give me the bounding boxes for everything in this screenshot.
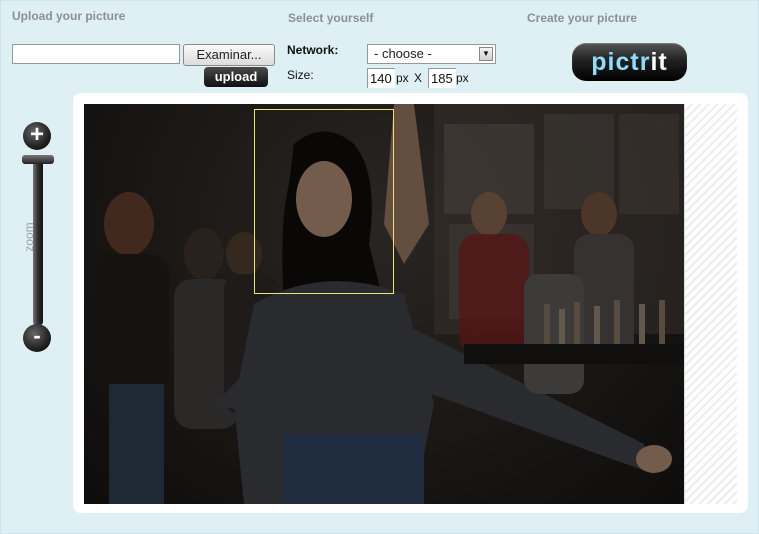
width-input[interactable]: 140 xyxy=(367,68,395,88)
width-unit: px xyxy=(396,71,409,85)
size-label: Size: xyxy=(287,68,314,82)
create-section-title: Create your picture xyxy=(527,11,638,25)
file-path-input[interactable] xyxy=(12,44,180,64)
network-select[interactable]: - choose - ▼ xyxy=(367,44,496,64)
upload-button[interactable]: upload xyxy=(204,67,268,87)
height-unit: px xyxy=(456,71,469,85)
zoom-out-icon[interactable]: - xyxy=(23,324,51,352)
upload-section-title: Upload your picture xyxy=(12,9,126,23)
network-select-value: - choose - xyxy=(374,46,432,61)
browse-button[interactable]: Examinar... xyxy=(183,44,275,66)
size-separator: X xyxy=(414,71,423,85)
image-overflow-strip xyxy=(684,104,737,504)
logo-text-pictr: pictr xyxy=(591,48,651,76)
height-input[interactable]: 185 xyxy=(428,68,456,88)
dropdown-arrow-icon[interactable]: ▼ xyxy=(479,47,493,61)
zoom-in-icon[interactable]: + xyxy=(23,122,51,150)
select-section-title: Select yourself xyxy=(288,11,374,25)
face-selection-box[interactable] xyxy=(254,109,394,294)
zoom-slider-handle[interactable] xyxy=(22,155,54,164)
create-picture-button[interactable]: pictrit xyxy=(572,43,687,81)
zoom-label: zoom xyxy=(22,222,36,252)
logo-text-it: it xyxy=(650,48,668,76)
network-label: Network: xyxy=(287,43,339,57)
